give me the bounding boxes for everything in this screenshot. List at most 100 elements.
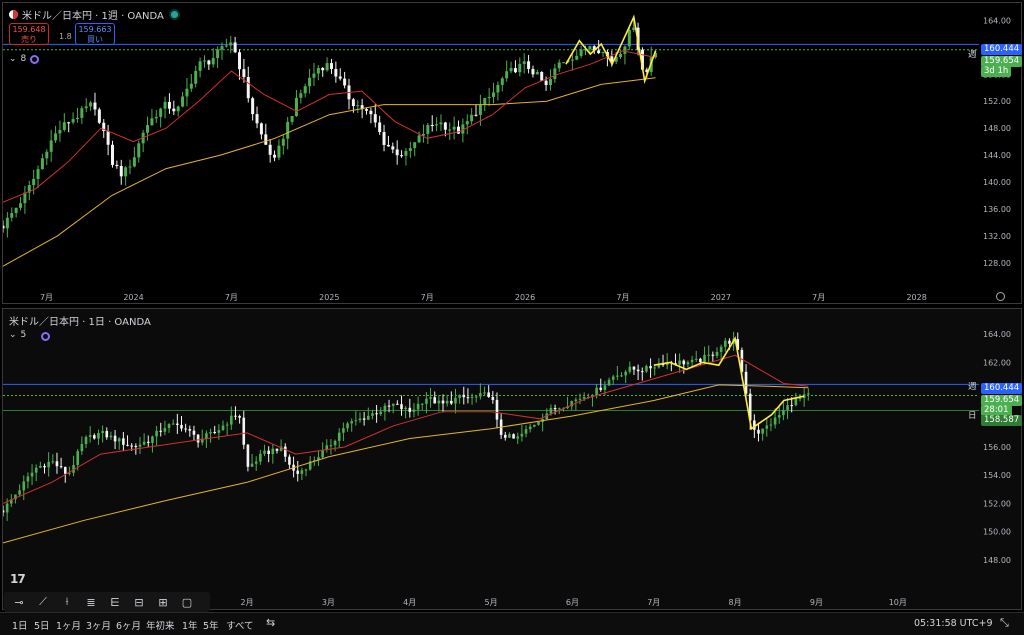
weekly-symbol-title[interactable]: 米ドル／日本円 · 1週 · OANDA (22, 7, 164, 22)
y-tick-label: 162.00 (983, 358, 1011, 367)
rectangle-icon[interactable]: ▢ (176, 594, 198, 610)
candle-body (47, 461, 50, 468)
y-tick-label: 156.00 (983, 443, 1011, 452)
candle-body (312, 73, 316, 78)
candle-body (391, 403, 395, 406)
timeframe-5y[interactable]: 5年 (203, 618, 219, 632)
candle-body (628, 366, 632, 372)
weekly-indicators-toggle[interactable]: ⌄ 8 (9, 54, 40, 64)
candle-body (84, 436, 88, 444)
daily-legend: 米ドル／日本円 · 1日 · OANDA (9, 313, 151, 328)
candle-body (426, 125, 430, 134)
fib-channel-icon[interactable]: ⊟ (128, 594, 150, 610)
candle-body (773, 417, 777, 425)
daily-indicators-toggle[interactable]: ⌄ 5 (9, 330, 26, 340)
fib-retracement-icon[interactable]: ≣ (80, 594, 102, 610)
x-tick-label: 2026 (515, 293, 535, 302)
timeframe-3m[interactable]: 3ヶ月 (86, 618, 111, 632)
timeframe-6m[interactable]: 6ヶ月 (116, 618, 141, 632)
candle-body (557, 408, 561, 410)
vertical-line-icon[interactable]: ⟊ (56, 594, 78, 610)
candle-body (22, 481, 26, 491)
timeframe-ytd[interactable]: 年初来 (146, 618, 175, 632)
weekly-chart-canvas[interactable]: 128.00 132.00 136.00 140.00 144.00 148.00 152.… (3, 3, 1021, 303)
candle-body (707, 354, 710, 356)
grid-icon[interactable]: ⊞ (152, 594, 174, 610)
candle-body (509, 68, 513, 72)
weekly-level-price: 160.444 (981, 44, 1023, 55)
candle-body (329, 445, 333, 447)
candle-body (601, 52, 605, 54)
candle-body (640, 371, 644, 373)
candle-body (420, 403, 424, 405)
candle-body (619, 53, 623, 58)
candle-body (378, 122, 382, 133)
candle-body (417, 135, 421, 143)
timeframe-1d[interactable]: 1日 (12, 618, 28, 632)
candle-body (3, 225, 5, 229)
timeframe-1m[interactable]: 1ヶ月 (56, 618, 81, 632)
sell-button[interactable]: 159.648 売り (9, 23, 49, 45)
y-tick-label: 164.00 (983, 16, 1011, 25)
candle-body (375, 413, 378, 415)
indicator-settings-icon[interactable] (30, 54, 40, 64)
candle-body (159, 430, 163, 432)
candle-body (462, 394, 466, 398)
candle-body (176, 423, 179, 425)
indicator-settings-icon[interactable] (41, 332, 50, 341)
cursor-line-icon[interactable]: ⊸ (8, 594, 30, 610)
candle-body (167, 424, 171, 429)
candle-body (351, 99, 355, 107)
timezone-settings-icon[interactable] (996, 292, 1005, 301)
date-range-icon[interactable]: ⇆ (266, 616, 275, 629)
candle-body (30, 472, 34, 477)
weekly-level-tag: 週 (968, 50, 977, 60)
candle-body (458, 394, 461, 398)
daily-chart-canvas[interactable]: 148.00150.00152.00154.00156.00158.00160.… (3, 309, 1021, 609)
fib-extension-icon[interactable]: ⋿ (104, 594, 126, 610)
candle-body (437, 400, 441, 404)
candle-body (55, 461, 59, 467)
market-open-icon (170, 11, 178, 18)
timeframe-5d[interactable]: 5日 (34, 618, 50, 632)
chevron-down-icon: ⌄ (9, 54, 17, 64)
daily-symbol-title[interactable]: 米ドル／日本円 · 1日 · OANDA (9, 313, 151, 328)
candle-body (562, 62, 566, 64)
candle-body (450, 400, 453, 404)
candle-body (454, 397, 457, 404)
fullscreen-icon[interactable]: ⤡ (1000, 616, 1009, 630)
candle-body (715, 351, 719, 356)
y-tick-label: 148.00 (983, 556, 1011, 565)
daily-chart-pane[interactable]: 148.00150.00152.00154.00156.00158.00160.… (2, 308, 1023, 610)
timeframe-1y[interactable]: 1年 (182, 618, 198, 632)
candle-body (238, 52, 242, 70)
y-tick-label: 128.00 (983, 259, 1011, 268)
weekly-chart-pane[interactable]: 128.00 132.00 136.00 140.00 144.00 148.00 152.… (2, 2, 1023, 304)
candle-body (10, 213, 14, 218)
candle-body (192, 430, 196, 435)
candle-body (465, 121, 469, 125)
candle-body (281, 138, 285, 146)
candle-body (553, 407, 557, 410)
buy-button[interactable]: 159.663 買い (75, 23, 115, 45)
candle-body (413, 142, 417, 149)
candle-body (294, 97, 298, 117)
candle-body (39, 465, 42, 468)
timeframe-all[interactable]: すべて (226, 618, 253, 632)
candle-body (620, 375, 623, 377)
candle-body (126, 444, 129, 446)
candle-body (84, 106, 88, 109)
candle-body (595, 387, 598, 396)
candle-body (146, 125, 150, 133)
candle-body (304, 469, 308, 471)
clock[interactable]: 05:31:58 UTC+9 (914, 618, 993, 629)
candle-body (400, 155, 404, 157)
candle-body (524, 429, 528, 434)
candle-body (150, 118, 154, 126)
candle-body (373, 114, 377, 123)
daily-weekly-level-tag: 週 (968, 382, 977, 392)
candle-body (286, 121, 290, 139)
candle-body (154, 116, 158, 119)
trend-line-icon[interactable]: ⟋ (32, 594, 54, 610)
candle-body (246, 444, 250, 467)
